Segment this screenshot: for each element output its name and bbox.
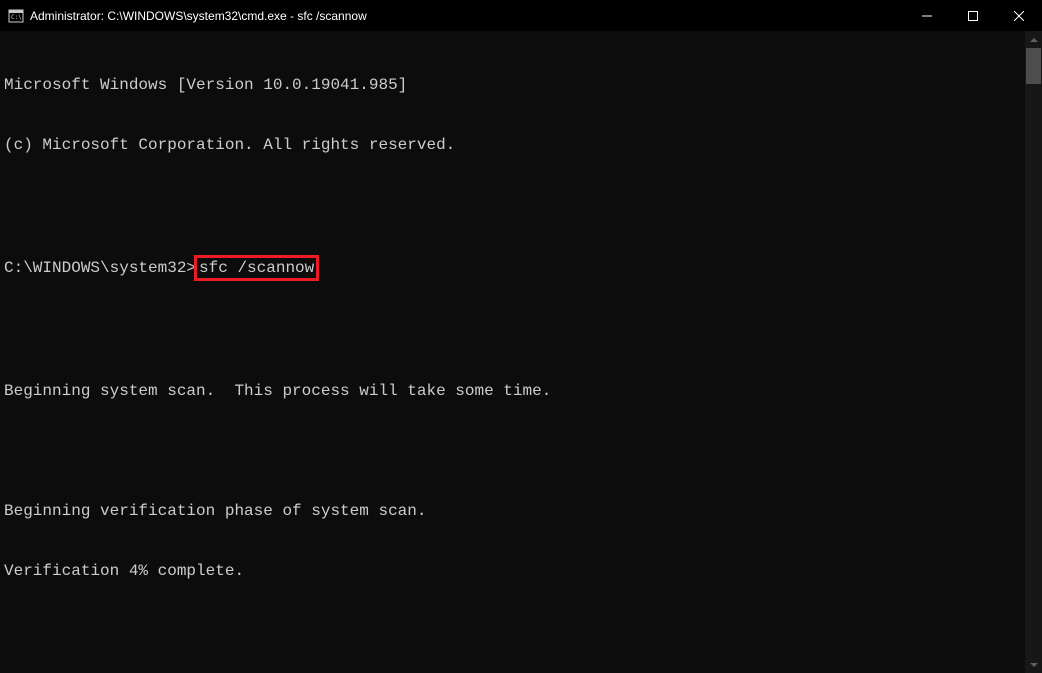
blank-line: [4, 195, 1025, 215]
terminal-content[interactable]: Microsoft Windows [Version 10.0.19041.98…: [0, 31, 1025, 673]
vertical-scrollbar[interactable]: [1025, 31, 1042, 673]
scrollbar-thumb[interactable]: [1026, 48, 1041, 84]
output-line: Microsoft Windows [Version 10.0.19041.98…: [4, 75, 1025, 95]
window-controls: [904, 0, 1042, 31]
output-line: (c) Microsoft Corporation. All rights re…: [4, 135, 1025, 155]
command-highlight: sfc /scannow: [194, 255, 319, 281]
blank-line: [4, 321, 1025, 341]
scrollbar-track[interactable]: [1025, 48, 1042, 656]
close-button[interactable]: [996, 0, 1042, 31]
titlebar: C:\ Administrator: C:\WINDOWS\system32\c…: [0, 0, 1042, 31]
output-line: Beginning verification phase of system s…: [4, 501, 1025, 521]
chevron-down-icon: [1030, 663, 1038, 667]
terminal-area[interactable]: Microsoft Windows [Version 10.0.19041.98…: [0, 31, 1042, 673]
scrollbar-up-button[interactable]: [1025, 31, 1042, 48]
output-line: Verification 4% complete.: [4, 561, 1025, 581]
maximize-button[interactable]: [950, 0, 996, 31]
output-line: Beginning system scan. This process will…: [4, 381, 1025, 401]
cmd-icon: C:\: [8, 8, 24, 24]
prompt-line: C:\WINDOWS\system32>sfc /scannow: [4, 255, 1025, 281]
blank-line: [4, 441, 1025, 461]
command-text: sfc /scannow: [199, 259, 314, 277]
svg-text:C:\: C:\: [11, 14, 22, 21]
prompt-text: C:\WINDOWS\system32>: [4, 259, 196, 277]
minimize-button[interactable]: [904, 0, 950, 31]
chevron-up-icon: [1030, 38, 1038, 42]
scrollbar-down-button[interactable]: [1025, 656, 1042, 673]
window-title: Administrator: C:\WINDOWS\system32\cmd.e…: [30, 9, 904, 23]
